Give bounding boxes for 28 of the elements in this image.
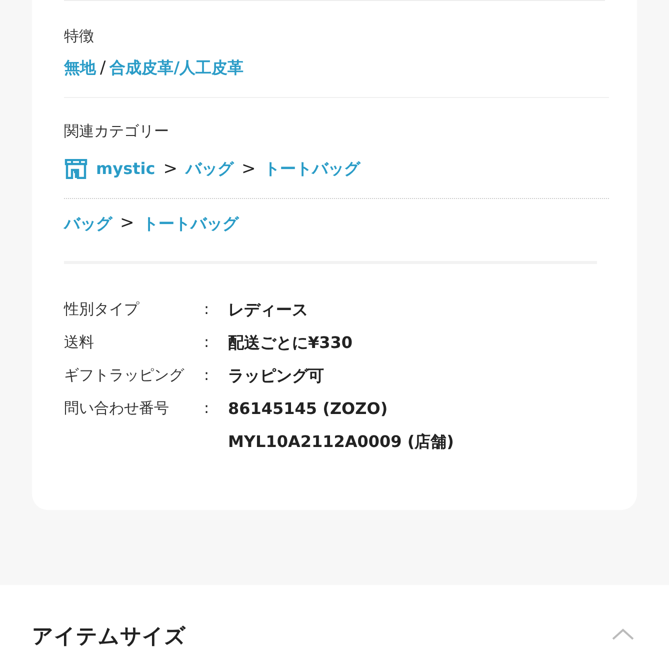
colon-text: :: [204, 298, 210, 320]
category-link[interactable]: トートバッグ: [264, 157, 360, 182]
spec-value: MYL10A2112A0009 (店舗): [228, 430, 454, 452]
separator-text: >: [242, 158, 256, 180]
category-link[interactable]: 無地: [64, 56, 96, 80]
spec-label: 性別タイプ: [64, 298, 140, 320]
category-link[interactable]: バッグ: [186, 157, 234, 182]
spec-label: 問い合わせ番号: [64, 398, 170, 418]
spec-value: レディース: [228, 298, 308, 320]
separator-text: >: [120, 212, 134, 235]
chevron-up-icon[interactable]: [611, 627, 635, 641]
colon-text: :: [204, 364, 210, 386]
spec-value: 86145145 (ZOZO): [228, 398, 389, 420]
category-link[interactable]: トートバッグ: [142, 212, 238, 236]
section-label: 特徴: [64, 26, 95, 47]
spec-label: 送料: [64, 332, 95, 352]
separator-text: >: [163, 158, 178, 180]
separator-text: /: [100, 56, 106, 80]
colon-text: :: [204, 398, 210, 418]
spec-value: ラッピング可: [228, 364, 324, 386]
category-link[interactable]: 合成皮革/人工皮革: [110, 56, 244, 80]
colon-text: :: [204, 332, 210, 352]
section-label: 関連カテゴリー: [64, 121, 170, 142]
category-link[interactable]: mystic: [96, 157, 156, 182]
section-title: アイテムサイズ: [32, 623, 186, 650]
spec-label: ギフトラッピング: [64, 364, 186, 386]
spec-value: 配送ごとに¥330: [228, 332, 353, 354]
category-link[interactable]: バッグ: [64, 212, 112, 236]
